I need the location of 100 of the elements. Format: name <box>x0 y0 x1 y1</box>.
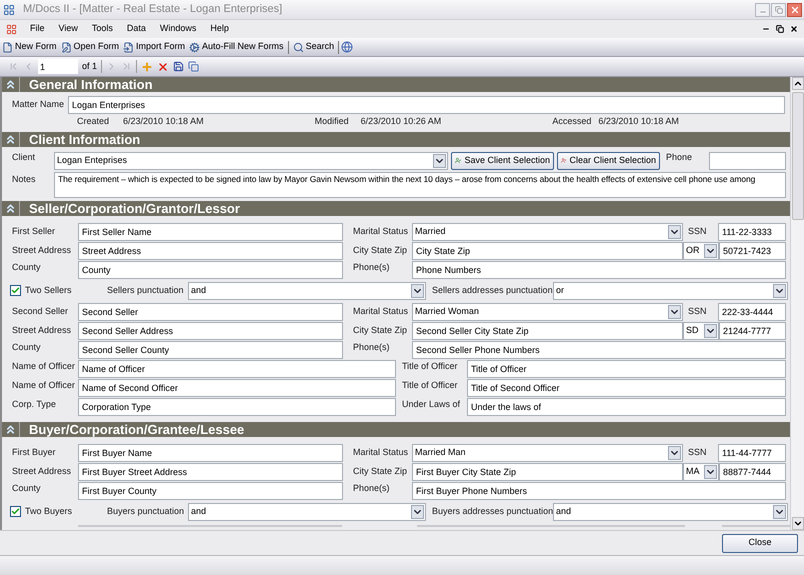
collapse-icon[interactable] <box>4 133 17 146</box>
checkbox[interactable] <box>10 506 21 517</box>
field-label: Street Address <box>12 464 72 478</box>
dropdown-field[interactable]: and <box>553 502 788 520</box>
menu-item[interactable]: File <box>23 22 52 36</box>
collapse-icon[interactable] <box>4 423 17 436</box>
menu-item[interactable]: Data <box>120 22 153 36</box>
collapse-icon[interactable] <box>4 78 17 91</box>
dropdown-field[interactable]: SD <box>683 322 719 340</box>
globe-icon[interactable] <box>341 41 354 53</box>
text-field[interactable]: Second Seller Phone Numbers <box>412 340 786 358</box>
save-icon[interactable] <box>173 61 184 72</box>
text-field[interactable]: Name of Officer <box>78 360 396 378</box>
text-field[interactable]: Second Seller City State Zip <box>412 322 683 340</box>
toolbar-button[interactable]: Auto-Fill New Forms <box>187 40 286 54</box>
text-field[interactable]: Title of Officer <box>467 360 786 378</box>
delete-icon[interactable] <box>157 60 170 72</box>
menu-item[interactable]: Tools <box>84 22 120 36</box>
dropdown-field[interactable]: Married Man <box>412 444 683 462</box>
menu-item[interactable]: Windows <box>152 22 204 36</box>
text-field[interactable]: City State Zip <box>412 242 683 260</box>
field-label: Modified <box>314 114 350 128</box>
text-field[interactable]: 21244-7777 <box>719 322 786 340</box>
text-field[interactable]: Street Address <box>78 242 343 260</box>
text-field[interactable]: Phone Numbers <box>412 260 786 278</box>
record-count: of 1 <box>82 60 98 73</box>
scroll-down-icon[interactable] <box>792 517 804 530</box>
notes-field[interactable]: The requirement – which is expected to be signed into law by Mayor Gavin Newsom within the next 10 days – arose from concerns about the health effects of extensive cell phone use among <box>54 172 786 198</box>
field-label: Street Address <box>12 324 72 337</box>
field-label: 6/23/2010 10:26 AM <box>360 114 442 128</box>
menu-item[interactable]: Help <box>203 22 236 36</box>
text-field[interactable]: Logan Enterprises <box>68 96 785 114</box>
record-number-field[interactable]: 1 <box>38 59 78 74</box>
text-field[interactable]: Second Seller County <box>78 340 343 358</box>
text-field[interactable]: Second Seller Address <box>78 322 343 340</box>
checkbox[interactable] <box>10 285 21 296</box>
text-field[interactable]: Title of Second Officer <box>467 378 786 396</box>
toolbar-button[interactable]: Open Form <box>58 40 122 54</box>
text-field[interactable]: 111-44-7777 <box>718 444 786 462</box>
text-field[interactable]: First Buyer County <box>78 482 343 500</box>
restore-icon[interactable] <box>776 25 784 33</box>
close-icon[interactable] <box>790 25 798 33</box>
text-field[interactable]: 111-22-3333 <box>718 222 786 240</box>
field-label: Name of Officer <box>12 379 76 392</box>
dropdown-field[interactable]: and <box>188 502 426 520</box>
dropdown-field[interactable]: Married Woman <box>412 302 683 320</box>
dropdown-field[interactable]: MA <box>683 462 719 480</box>
caret-icon <box>773 504 786 518</box>
maximize-icon <box>774 6 782 14</box>
caret-icon <box>704 464 717 478</box>
dropdown-field[interactable]: Married <box>412 222 683 240</box>
toolbar-button[interactable]: Import Form <box>121 40 188 54</box>
text-field[interactable]: First Buyer Street Address <box>78 462 343 480</box>
toolbar-icon <box>60 42 72 52</box>
scrollbar[interactable] <box>790 77 804 530</box>
scroll-thumb[interactable] <box>792 92 804 220</box>
text-field[interactable]: County <box>78 260 343 278</box>
collapse-icon[interactable] <box>4 202 17 215</box>
dropdown-field[interactable]: or <box>553 282 788 300</box>
field-label: Name of Officer <box>12 360 76 373</box>
field-label: Marital Status <box>353 446 410 459</box>
field-label: Buyers punctuation <box>107 504 186 518</box>
toolbar-button[interactable]: New Form <box>0 40 59 54</box>
field-label: Under Laws of <box>402 398 462 411</box>
text-field[interactable]: First Buyer Name <box>78 444 343 462</box>
text-field[interactable]: Under the laws of <box>467 398 786 416</box>
field-label: Created <box>77 114 110 128</box>
field-label: City State Zip <box>353 464 408 478</box>
window-title: M/Docs II - [Matter - Real Estate - Logan Enterprises] <box>23 2 282 18</box>
section-title: Seller/Corporation/Grantor/Lessor <box>29 202 240 215</box>
minimize-button[interactable] <box>755 2 770 16</box>
field-label: SSN <box>688 224 708 238</box>
dropdown-field[interactable]: Logan Enteprises <box>54 152 448 170</box>
menu-item[interactable]: View <box>52 22 85 36</box>
text-field[interactable]: Second Seller <box>78 302 343 320</box>
app-icon <box>3 4 15 16</box>
client-selection-button[interactable]: Save Client Selection <box>451 152 554 170</box>
text-field[interactable]: First Buyer City State Zip <box>412 462 683 480</box>
text-field[interactable]: Corporation Type <box>78 398 396 416</box>
field-label: First Seller <box>12 224 56 238</box>
text-field[interactable]: 88877-7444 <box>719 462 786 480</box>
copy-icon[interactable] <box>188 61 200 72</box>
dropdown-field[interactable]: OR <box>683 242 719 260</box>
text-field[interactable]: Name of Second Officer <box>78 378 396 396</box>
close-button[interactable]: Close <box>722 534 798 552</box>
text-field[interactable]: 222-33-4444 <box>718 302 786 320</box>
toolbar-button[interactable]: Search <box>290 40 336 54</box>
close-button[interactable] <box>787 2 802 16</box>
phone-field[interactable] <box>709 152 786 170</box>
scroll-up-icon[interactable] <box>792 77 804 90</box>
client-selection-button[interactable]: Clear Client Selection <box>557 152 660 170</box>
text-field[interactable]: First Seller Name <box>78 222 343 240</box>
text-field[interactable]: First Buyer Phone Numbers <box>412 482 786 500</box>
caret-icon <box>668 304 681 318</box>
text-field[interactable]: 50721-7423 <box>719 242 786 260</box>
caret-icon <box>411 504 424 518</box>
field-label: Corp. Type <box>12 398 57 411</box>
dropdown-field[interactable]: and <box>188 282 426 300</box>
field-label: First Buyer <box>12 446 57 459</box>
maximize-button[interactable] <box>771 2 786 16</box>
